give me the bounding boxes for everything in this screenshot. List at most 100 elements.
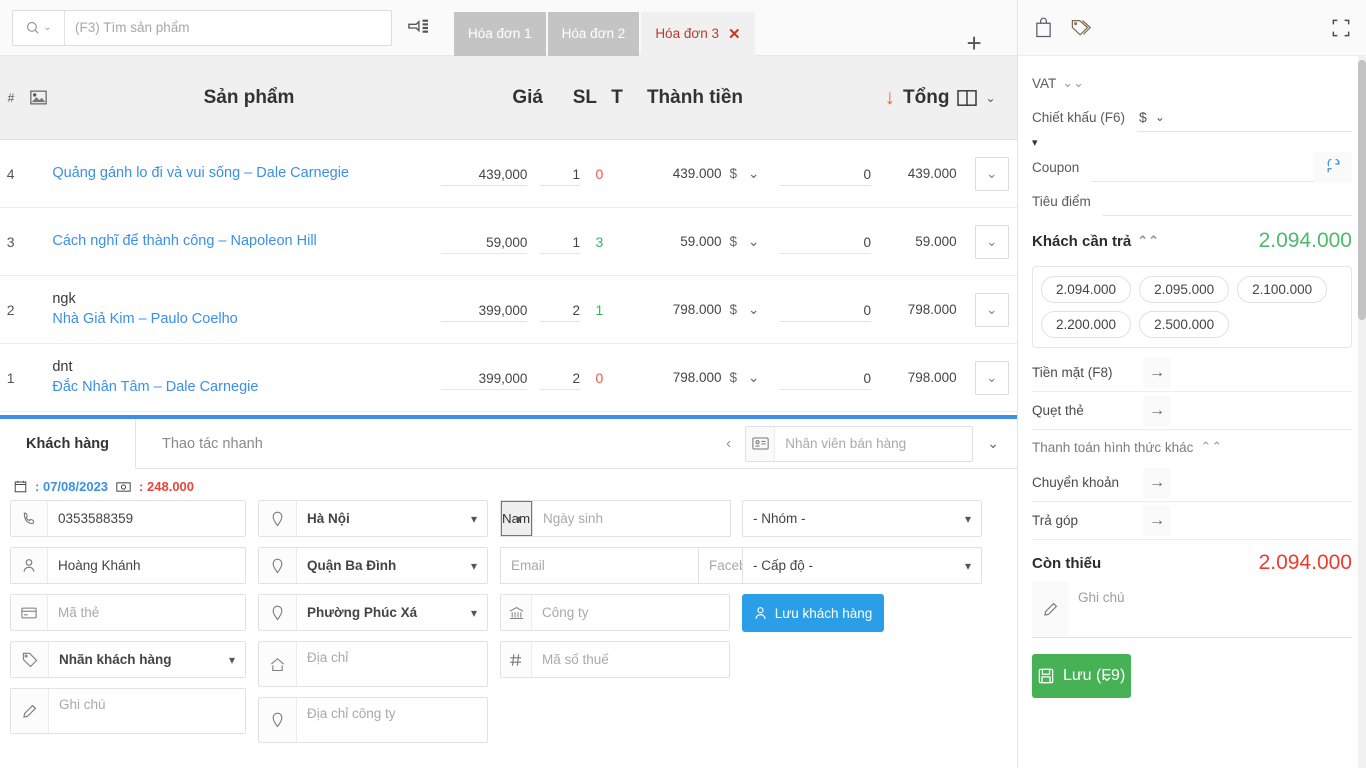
ward-field[interactable]: Phường Phúc Xá xyxy=(258,594,488,631)
currency-dropdown-caret[interactable]: ⌄ xyxy=(741,140,766,207)
product-search-box[interactable]: ⌄ xyxy=(12,10,392,46)
discount-currency-select[interactable]: $ ⌄ xyxy=(1137,109,1165,125)
company-address-field[interactable] xyxy=(258,697,488,743)
product-name-link[interactable]: Nhà Giả Kim – Paulo Coelho xyxy=(52,310,237,329)
add-invoice-button[interactable]: + xyxy=(967,30,982,56)
tax-code-input[interactable] xyxy=(532,642,729,677)
quick-amount-chip[interactable]: 2.100.000 xyxy=(1237,276,1327,303)
email-input[interactable] xyxy=(501,548,698,583)
close-icon[interactable]: ✕ xyxy=(728,25,741,43)
search-input[interactable] xyxy=(65,11,391,45)
address-input[interactable] xyxy=(297,642,487,686)
row-quantity[interactable]: 1 xyxy=(533,140,580,207)
company-field[interactable] xyxy=(500,594,730,631)
customer-note-field[interactable] xyxy=(10,688,246,734)
columns-icon[interactable] xyxy=(957,89,977,107)
phone-input[interactable] xyxy=(48,501,245,536)
phone-field[interactable] xyxy=(10,500,246,537)
row-price[interactable]: 59,000 xyxy=(431,208,533,275)
company-address-input[interactable] xyxy=(297,698,487,742)
birthday-input[interactable] xyxy=(533,501,730,536)
invoice-note-input[interactable] xyxy=(1068,582,1352,637)
refresh-icon[interactable] xyxy=(1314,152,1352,182)
group-select[interactable]: - Nhóm - xyxy=(743,501,981,536)
arrow-right-icon[interactable]: → xyxy=(1143,506,1171,536)
quick-amount-chip[interactable]: 2.500.000 xyxy=(1139,311,1229,338)
tags-icon[interactable] xyxy=(1071,18,1093,37)
sort-arrow-down-icon[interactable]: ↓ xyxy=(885,87,896,108)
invoice-tab-2[interactable]: Hóa đơn 2 xyxy=(548,12,640,56)
tab-quick-actions[interactable]: Thao tác nhanh xyxy=(136,419,289,468)
fullscreen-icon[interactable] xyxy=(1332,19,1350,37)
row-quantity[interactable]: 2 xyxy=(533,344,580,411)
save-customer-button[interactable]: Lưu khách hàng xyxy=(742,594,884,632)
card-input[interactable] xyxy=(1171,402,1352,419)
salesperson-field[interactable] xyxy=(745,426,973,462)
card-code-input[interactable] xyxy=(48,595,245,630)
quick-amount-chip[interactable]: 2.095.000 xyxy=(1139,276,1229,303)
focus-field[interactable] xyxy=(1103,186,1352,216)
arrow-right-icon[interactable]: → xyxy=(1143,396,1171,426)
gender-field[interactable]: Nam xyxy=(500,500,533,537)
row-quantity[interactable]: 1 xyxy=(533,208,580,275)
row-expand-button[interactable]: ⌄ xyxy=(975,157,1009,191)
chevron-down-icon[interactable]: ⌄ xyxy=(985,91,995,105)
currency-dropdown-caret[interactable]: ⌄ xyxy=(741,208,766,275)
shopping-bag-icon[interactable] xyxy=(1034,17,1053,38)
arrow-right-icon[interactable]: → xyxy=(1143,358,1171,388)
address-field[interactable] xyxy=(258,641,488,687)
caret-down-icon[interactable]: ▾ xyxy=(1032,136,1038,149)
card-code-field[interactable] xyxy=(10,594,246,631)
discount-field[interactable]: $ ⌄ xyxy=(1137,102,1352,132)
payment-scrollbar[interactable] xyxy=(1358,56,1366,768)
product-name-link[interactable]: Quảng gánh lo đi và vui sống – Dale Carn… xyxy=(52,164,349,183)
vat-row[interactable]: VAT ⌄⌄ xyxy=(1032,66,1352,100)
other-payment-toggle[interactable]: Thanh toán hình thức khác ⌃⌃ xyxy=(1032,430,1352,464)
arrow-right-icon[interactable]: → xyxy=(1143,468,1171,498)
customer-tag-select[interactable]: Nhãn khách hàng xyxy=(49,642,245,677)
chevron-down-icon[interactable]: ⌄ xyxy=(987,435,999,452)
tab-customer[interactable]: Khách hàng xyxy=(0,419,136,469)
barcode-scanner-icon[interactable] xyxy=(404,14,432,42)
coupon-field[interactable] xyxy=(1091,152,1352,182)
quick-amount-chip[interactable]: 2.200.000 xyxy=(1041,311,1131,338)
product-name-link[interactable]: Đắc Nhân Tâm – Dale Carnegie xyxy=(52,378,258,397)
row-discount[interactable]: 0 xyxy=(766,344,879,411)
chevron-down-icon[interactable]: ⌄ xyxy=(1101,667,1114,685)
row-price[interactable]: 439,000 xyxy=(431,140,533,207)
email-field[interactable] xyxy=(500,547,699,584)
scrollbar-thumb[interactable] xyxy=(1358,60,1366,320)
row-expand-button[interactable]: ⌄ xyxy=(975,225,1009,259)
invoice-tab-1[interactable]: Hóa đơn 1 xyxy=(454,12,546,56)
level-select[interactable]: - Cấp độ - xyxy=(743,548,981,583)
customer-name-input[interactable] xyxy=(48,548,245,583)
gender-select[interactable]: Nam xyxy=(501,501,532,536)
company-input[interactable] xyxy=(532,595,729,630)
group-field[interactable]: - Nhóm - xyxy=(742,500,982,537)
customer-tag-field[interactable]: Nhãn khách hàng xyxy=(10,641,246,678)
level-field[interactable]: - Cấp độ - xyxy=(742,547,982,584)
quick-amount-chip[interactable]: 2.094.000 xyxy=(1041,276,1131,303)
table-row[interactable]: 2 ngk Nhà Giả Kim – Paulo Coelho 399,000… xyxy=(0,276,1017,344)
customer-note-input[interactable] xyxy=(49,689,245,733)
invoice-note-field[interactable] xyxy=(1032,582,1352,638)
double-chevron-down-icon[interactable]: ⌄⌄ xyxy=(1062,75,1084,91)
table-row[interactable]: 1 dnt Đắc Nhân Tâm – Dale Carnegie 399,0… xyxy=(0,344,1017,412)
discount-expand-row[interactable]: ▾ xyxy=(1032,134,1352,150)
row-discount[interactable]: 0 xyxy=(766,276,879,343)
currency-dropdown-caret[interactable]: ⌄ xyxy=(741,276,766,343)
installment-input[interactable] xyxy=(1171,512,1352,529)
table-row[interactable]: 4 Quảng gánh lo đi và vui sống – Dale Ca… xyxy=(0,140,1017,208)
row-expand-button[interactable]: ⌄ xyxy=(975,361,1009,395)
double-chevron-up-icon[interactable]: ⌃⌃ xyxy=(1137,233,1159,249)
ward-select[interactable]: Phường Phúc Xá xyxy=(297,595,487,630)
salesperson-input[interactable] xyxy=(775,436,972,451)
tax-code-field[interactable] xyxy=(500,641,730,678)
row-price[interactable]: 399,000 xyxy=(431,276,533,343)
cash-input[interactable] xyxy=(1171,364,1352,381)
customer-name-field[interactable] xyxy=(10,547,246,584)
transfer-input[interactable] xyxy=(1171,474,1352,491)
currency-dropdown-caret[interactable]: ⌄ xyxy=(741,344,766,411)
invoice-tab-3[interactable]: Hóa đơn 3 ✕ xyxy=(641,12,754,56)
row-discount[interactable]: 0 xyxy=(766,208,879,275)
